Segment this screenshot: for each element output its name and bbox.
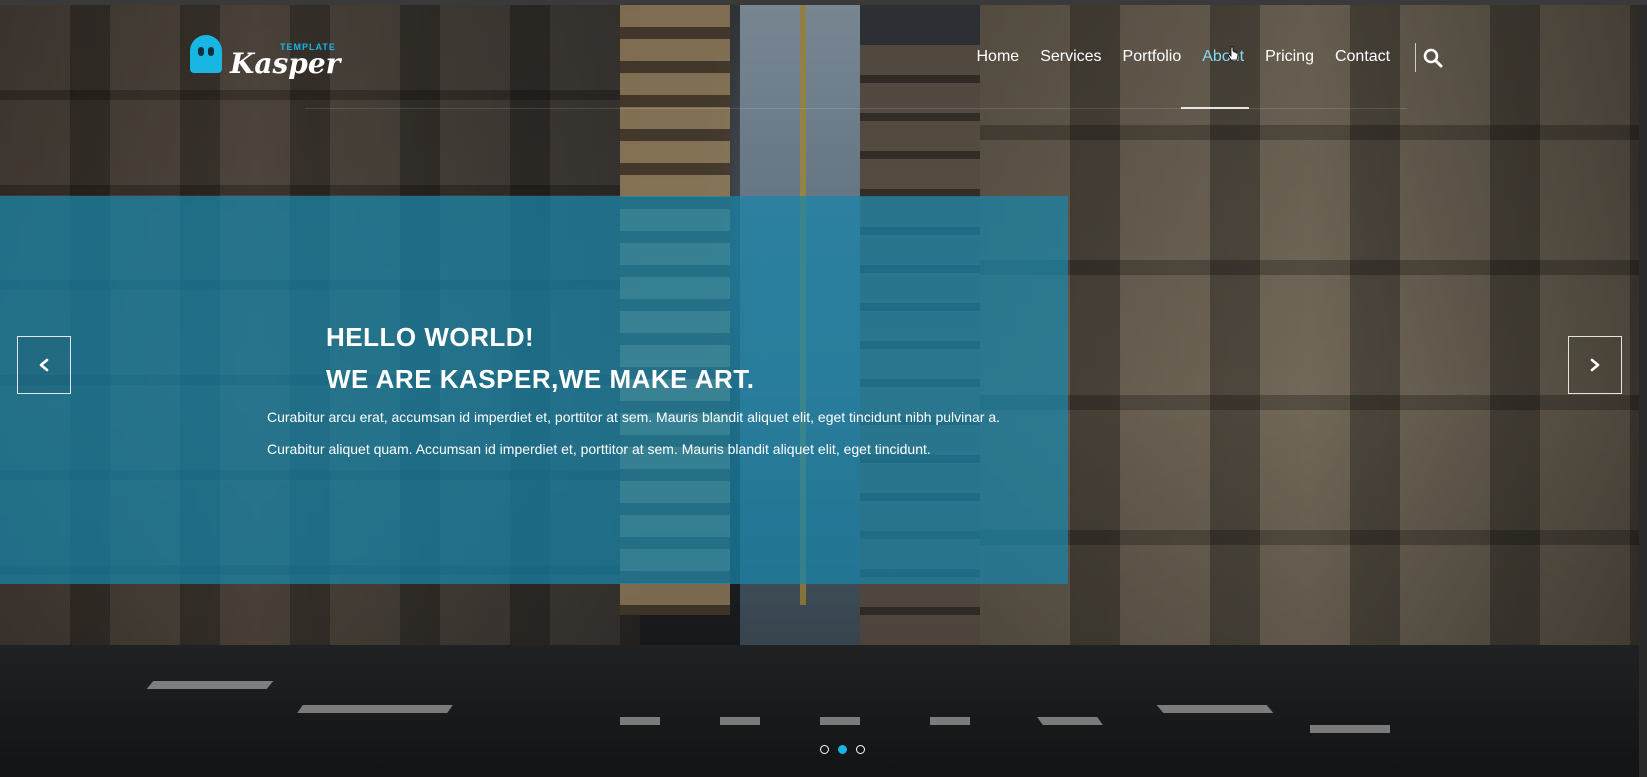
hero-paragraph-line-1: Curabitur arcu erat, accumsan id imperdi… — [267, 409, 1001, 425]
slider-prev-button[interactable] — [17, 336, 71, 394]
nav-link-contact[interactable]: Contact — [1324, 46, 1400, 68]
slider-indicators — [820, 745, 865, 754]
hero-title-line-1: HELLO WORLD! — [326, 322, 535, 352]
slider-dot-1[interactable] — [820, 745, 829, 754]
slider-dot-2[interactable] — [838, 745, 847, 754]
slider-next-button[interactable] — [1568, 336, 1622, 394]
active-nav-indicator — [1181, 107, 1249, 109]
logo-name: Kasper — [230, 47, 341, 80]
hero-title-line-2: WE ARE KASPER,WE MAKE ART. — [326, 364, 755, 394]
nav-separator — [1415, 43, 1416, 72]
nav-link-pricing[interactable]: Pricing — [1255, 46, 1325, 68]
nav-link-portfolio[interactable]: Portfolio — [1112, 46, 1192, 68]
nav-link-home[interactable]: Home — [966, 46, 1030, 68]
slider-dot-3[interactable] — [856, 745, 865, 754]
chevron-left-icon — [39, 358, 49, 372]
hero-paragraph-line-2: Curabitur aliquet quam. Accumsan id impe… — [267, 441, 931, 457]
nav-link-about[interactable]: About — [1192, 46, 1255, 68]
window-edge — [1639, 5, 1647, 777]
ghost-logo-icon — [190, 35, 222, 73]
search-icon[interactable] — [1423, 48, 1443, 68]
kasper-logo[interactable]: TEMPLATE Kasper — [190, 33, 340, 80]
chevron-right-icon — [1590, 358, 1600, 372]
main-nav: Home Services Portfolio About Pricing Co… — [966, 46, 1401, 68]
nav-link-services[interactable]: Services — [1030, 46, 1112, 68]
hand-cursor-icon — [1227, 46, 1239, 61]
